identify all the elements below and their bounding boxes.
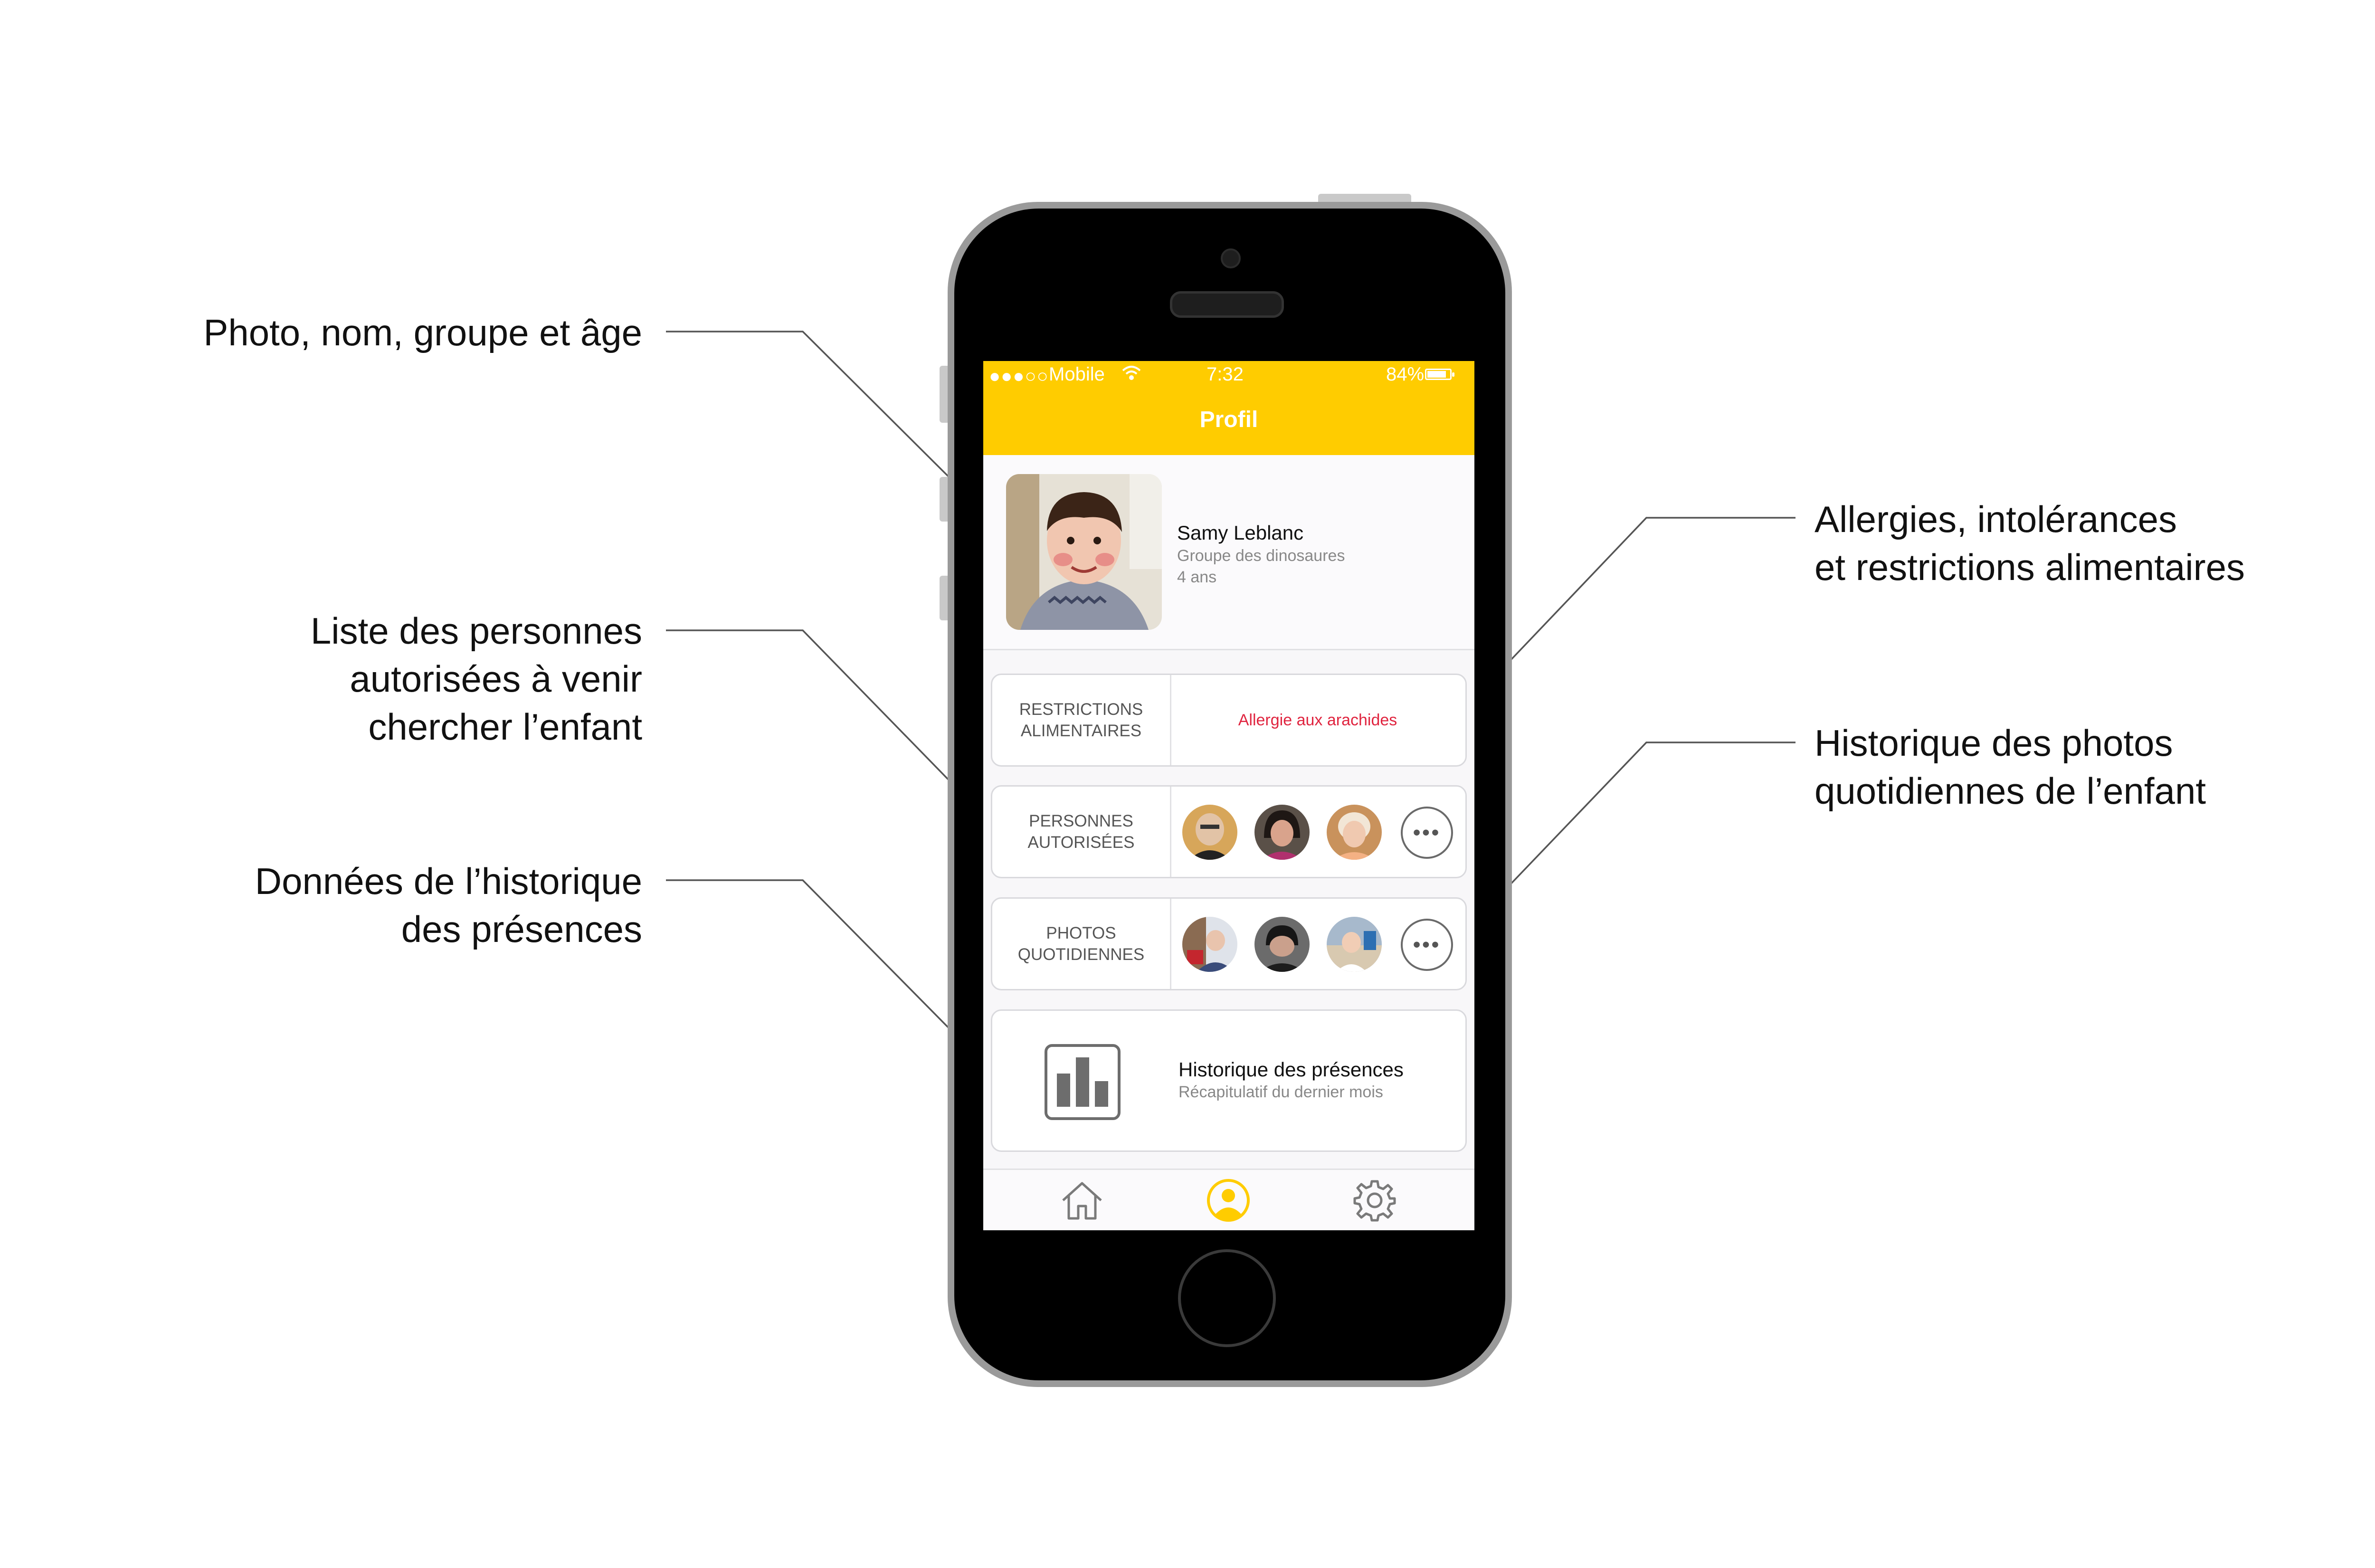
authorized-persons-card[interactable]: PERSONNES AUTORISÉES ••• (991, 785, 1467, 878)
leader-allergies (1461, 517, 1796, 712)
battery-level (1427, 371, 1446, 378)
annotation-persons: Liste des personnes autorisées à venir c… (310, 610, 642, 748)
app-screen: ●●●○○ Mobile 7:32 84% Profil Samy Leblan… (983, 361, 1474, 1230)
profile-icon (1207, 1179, 1250, 1222)
front-camera (1221, 248, 1241, 268)
annotation-allergies: Allergies, intolérances et restrictions … (1814, 498, 2245, 588)
battery-percent: 84% (1386, 364, 1425, 385)
daily-photo-thumbnail[interactable] (1182, 917, 1237, 972)
child-age: 4 ans (1177, 568, 1217, 586)
gear-icon (1353, 1180, 1396, 1222)
tab-settings[interactable] (1351, 1177, 1398, 1224)
attendance-history-card[interactable]: Historique des présences Récapitulatif d… (991, 1009, 1467, 1152)
more-photos-button[interactable]: ••• (1401, 919, 1453, 971)
tab-bar (983, 1169, 1474, 1230)
status-bar: ●●●○○ Mobile 7:32 84% (983, 361, 1474, 390)
leader-photos (1461, 741, 1796, 936)
annotation-photo: Photo, nom, groupe et âge (203, 312, 642, 353)
wifi-icon (1121, 363, 1142, 387)
attendance-history-title: Historique des présences (1178, 1058, 1404, 1081)
status-time: 7:32 (1206, 364, 1244, 385)
daily-photos-card[interactable]: PHOTOS QUOTIDIENNES ••• (991, 897, 1467, 990)
authorized-persons-label: PERSONNES AUTORISÉES (992, 787, 1171, 877)
allergy-value: Allergie aux arachides (1238, 711, 1397, 729)
leader-persons (666, 629, 992, 824)
restrictions-card[interactable]: RESTRICTIONS ALIMENTAIRES Allergie aux a… (991, 674, 1467, 767)
person-avatar[interactable] (1327, 805, 1382, 860)
person-avatar[interactable] (1182, 805, 1237, 860)
child-name: Samy Leblanc (1177, 522, 1304, 544)
child-photo (1006, 474, 1162, 630)
tab-profile[interactable] (1205, 1177, 1252, 1224)
restrictions-label: RESTRICTIONS ALIMENTAIRES (992, 675, 1171, 765)
profile-header: Samy Leblanc Groupe des dinosaures 4 ans (983, 455, 1474, 650)
nav-bar: Profil (983, 390, 1474, 455)
carrier-label: Mobile (1049, 364, 1105, 385)
attendance-history-subtitle: Récapitulatif du dernier mois (1178, 1083, 1383, 1101)
annotation-presence: Données de l’historique des présences (255, 860, 642, 950)
page-title: Profil (1199, 407, 1258, 432)
daily-photos-label: PHOTOS QUOTIDIENNES (992, 899, 1171, 989)
daily-photo-thumbnail[interactable] (1254, 917, 1310, 972)
leader-presence (666, 879, 996, 1075)
daily-photo-thumbnail[interactable] (1327, 917, 1382, 972)
home-icon (1062, 1182, 1102, 1220)
more-persons-button[interactable]: ••• (1401, 807, 1453, 859)
annotation-photos: Historique des photos quotidiennes de l’… (1814, 722, 2206, 812)
child-group: Groupe des dinosaures (1177, 547, 1345, 565)
bar-chart-icon (1045, 1044, 1121, 1120)
earpiece-speaker (1170, 291, 1284, 318)
person-avatar[interactable] (1254, 805, 1310, 860)
home-button[interactable] (1178, 1249, 1276, 1347)
tab-home[interactable] (1058, 1177, 1106, 1224)
signal-dots: ●●●○○ (989, 366, 1049, 387)
battery-icon (1425, 369, 1454, 380)
